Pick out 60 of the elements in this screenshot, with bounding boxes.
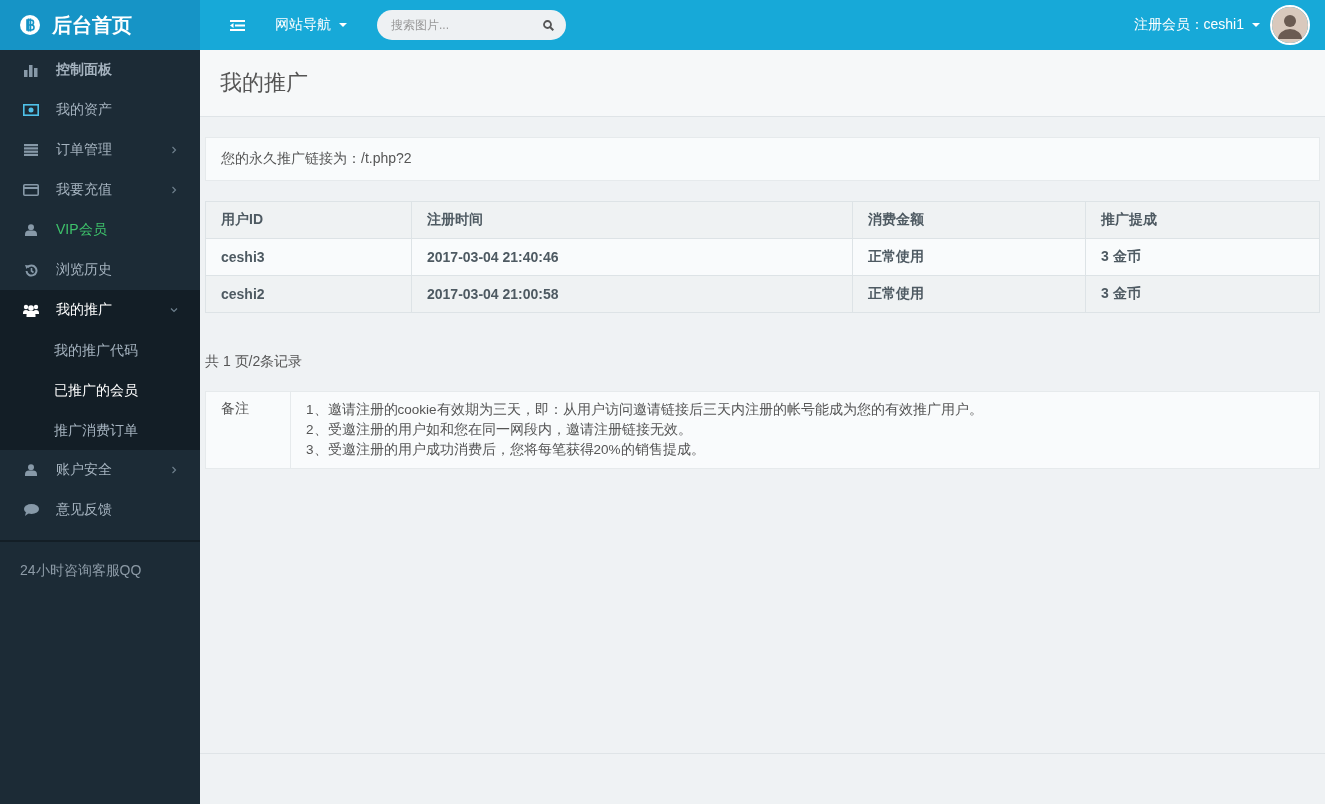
sidebar-item[interactable]: 我的推广 [0,290,200,330]
chevron-right-icon [170,466,178,474]
note-line: 2、受邀注册的用户如和您在同一网段内，邀请注册链接无效。 [306,421,693,439]
avatar[interactable] [1270,5,1310,45]
sidebar-item[interactable]: 账户安全 [0,450,200,490]
page-title: 我的推广 [220,69,308,97]
sidebar-item-label: 订单管理 [56,141,113,159]
submenu-item[interactable]: 推广消费订单 [0,410,200,450]
sidebar-item[interactable]: 意见反馈 [0,490,200,530]
sidebar-item-label: 意见反馈 [56,501,113,519]
sidebar-item[interactable]: 我要充值 [0,170,200,210]
sidebar-item-label: 浏览历史 [56,261,113,279]
speech-bubble-icon [22,504,40,516]
sidebar-item[interactable]: 我的资产 [0,90,200,130]
pagination-summary: 共 1 页/2条记录 [205,353,304,371]
sidebar-item[interactable]: 控制面板 [0,50,200,90]
users-icon [22,303,40,317]
sidebar-item-label: 我的资产 [56,101,113,119]
column-header: 推广提成 [1085,201,1320,239]
table-cell: ceshi2 [205,275,412,313]
banknote-icon [22,104,40,116]
sidebar-item-label: 我的推广 [56,301,113,319]
column-header: 消费金额 [852,201,1086,239]
submenu-item[interactable]: 我的推广代码 [0,330,200,370]
menu-icon[interactable] [230,19,245,31]
credit-card-icon [22,184,40,196]
search-icon [543,20,554,31]
list-icon [22,144,40,156]
table-cell: ceshi3 [205,238,412,276]
caret-icon [1252,23,1260,27]
sidebar-item[interactable]: 浏览历史 [0,250,200,290]
user-icon [22,464,40,476]
table-cell: 正常使用 [852,238,1086,276]
history-icon [22,263,40,277]
coin-icon [20,15,40,35]
chevron-right-icon [170,146,178,154]
sidebar-item-label: 我要充值 [56,181,113,199]
chevron-down-icon [170,306,178,314]
search-field[interactable]: 搜索图片... [377,10,566,40]
column-header: 用户ID [205,201,412,239]
referral-link-text: 您的永久推广链接为：/t.php?2 [221,150,412,168]
table-cell: 3 金币 [1085,275,1320,313]
notes-label: 备注 [206,392,291,468]
user-icon [22,224,40,236]
submenu-item[interactable]: 已推广的会员 [0,370,200,410]
chevron-right-icon [170,186,178,194]
sidebar-item-label: 控制面板 [56,61,113,79]
note-line: 1、邀请注册的cookie有效期为三天，即：从用户访问邀请链接后三天内注册的帐号能成为您的有效推广用户。 [306,401,983,419]
table-cell: 3 金币 [1085,238,1320,276]
table-cell: 2017-03-04 21:00:58 [411,275,853,313]
table-cell: 2017-03-04 21:40:46 [411,238,853,276]
sidebar-item-label: VIP会员 [56,221,108,239]
bar-chart-icon [22,63,40,77]
table-cell: 正常使用 [852,275,1086,313]
sidebar-item[interactable]: VIP会员 [0,210,200,250]
sidebar-item[interactable]: 订单管理 [0,130,200,170]
caret-icon [339,23,347,27]
note-line: 3、受邀注册的用户成功消费后，您将每笔获得20%的销售提成。 [306,441,706,459]
sidebar-item-label: 账户安全 [56,461,113,479]
column-header: 注册时间 [411,201,853,239]
